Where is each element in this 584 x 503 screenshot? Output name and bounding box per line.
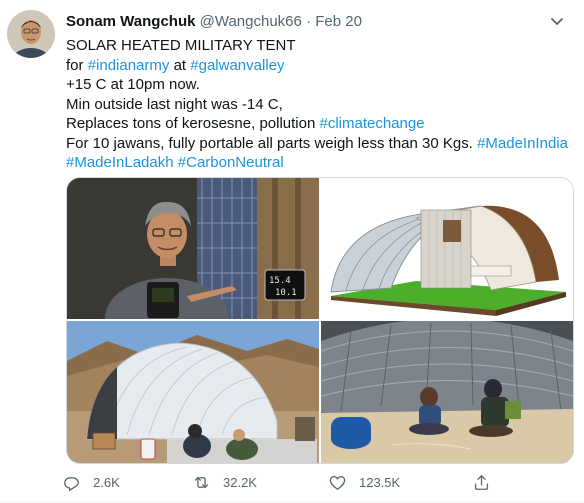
tweet-line: #MadeInLadakh #CarbonNeutral: [66, 153, 571, 173]
more-menu-button[interactable]: [546, 10, 568, 32]
tweet-text-segment: Replaces tons of kerosesne, pollution: [66, 115, 320, 132]
share-button[interactable]: [472, 470, 503, 494]
retweet-count: 32.2K: [223, 474, 257, 490]
tweet[interactable]: Sonam Wangchuk @Wangchuk66 · Feb 20 SOLA…: [0, 0, 584, 503]
thermometer-reading-top: 15.4: [269, 276, 291, 286]
like-button[interactable]: 123.5K: [328, 470, 400, 494]
chevron-down-icon: [551, 18, 563, 25]
hashtag-link[interactable]: #MadeInLadakh: [66, 154, 174, 171]
hashtag-link[interactable]: #indianarmy: [88, 57, 170, 74]
photo-tent-3d-render[interactable]: [321, 178, 573, 319]
tweet-text-segment: Min outside last night was -14 C,: [66, 95, 283, 113]
tweet-line: +15 C at 10pm now.: [66, 75, 571, 95]
like-count: 123.5K: [359, 474, 401, 490]
author-name[interactable]: Sonam Wangchuk: [66, 13, 195, 30]
avatar[interactable]: [7, 10, 55, 58]
separator-dot: ·: [306, 13, 312, 30]
reply-count: 2.6K: [93, 474, 120, 490]
photo-inside-tent[interactable]: [321, 321, 573, 463]
tweet-line: For 10 jawans, fully portable all parts …: [66, 134, 571, 154]
share-icon: [474, 474, 489, 490]
hashtag-link[interactable]: #CarbonNeutral: [178, 154, 284, 171]
tweet-line: for #indianarmy at #galwanvalley: [66, 56, 571, 76]
tweet-text-segment: For 10 jawans, fully portable all parts …: [66, 134, 478, 152]
tweet-header: Sonam Wangchuk @Wangchuk66 · Feb 20: [66, 12, 362, 32]
retweet-button[interactable]: 32.2K: [192, 470, 257, 494]
hashtag-link[interactable]: #climatechange: [319, 115, 424, 132]
tweet-text-segment: +15 C at 10pm now.: [66, 76, 200, 93]
retweet-icon: [194, 476, 209, 488]
author-handle[interactable]: @Wangchuk66: [200, 13, 302, 30]
tweet-text-segment: SOLAR HEATED MILITARY TENT: [66, 37, 296, 54]
media-grid: 15.4 10.1: [66, 177, 574, 464]
avatar-image: [7, 10, 55, 58]
tweet-date[interactable]: Feb 20: [315, 13, 362, 30]
thermometer-reading-bottom: 10.1: [275, 288, 297, 298]
tweet-line: Replaces tons of kerosesne, pollution #c…: [66, 114, 571, 134]
reply-button[interactable]: 2.6K: [62, 470, 120, 494]
reply-icon: [64, 476, 79, 491]
tweet-text-segment: for: [66, 56, 88, 74]
tweet-actions: 2.6K 32.2K 123.5K: [62, 470, 582, 494]
tweet-line: Min outside last night was -14 C,: [66, 95, 571, 115]
tweet-text-segment: at: [169, 56, 191, 74]
photo-tent-in-valley[interactable]: [67, 321, 319, 463]
tweet-text: SOLAR HEATED MILITARY TENT for #indianar…: [66, 36, 571, 173]
photo-man-with-thermometer[interactable]: 15.4 10.1: [67, 178, 319, 319]
hashtag-link[interactable]: #galwanvalley: [190, 57, 284, 74]
hashtag-link[interactable]: #MadeInIndia: [477, 135, 568, 152]
heart-icon: [329, 475, 346, 490]
tweet-line: SOLAR HEATED MILITARY TENT: [66, 36, 571, 56]
